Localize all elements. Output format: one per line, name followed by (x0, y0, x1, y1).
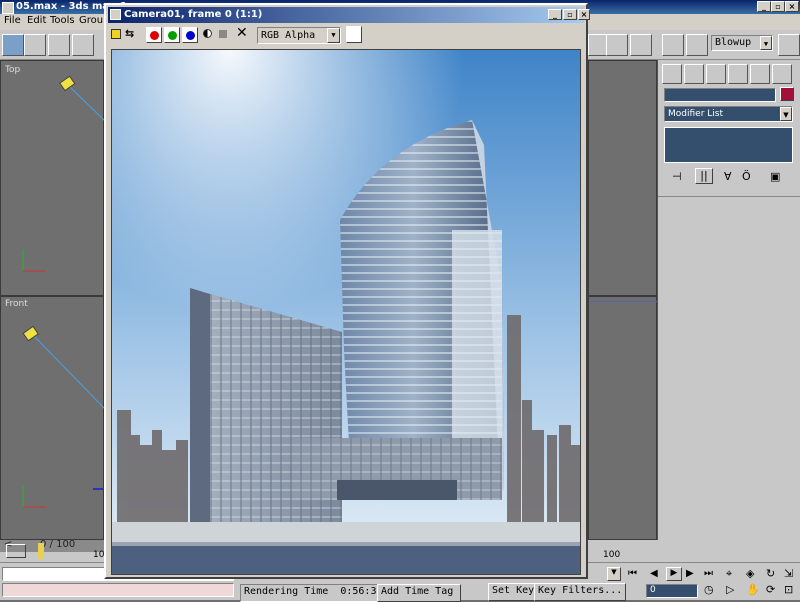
default-in-out-tangents-icon[interactable] (620, 583, 638, 599)
select-move-icon[interactable] (72, 34, 94, 56)
make-unique-icon[interactable]: ∀ (724, 170, 732, 183)
quick-render-icon[interactable] (686, 34, 708, 56)
app-icon (2, 2, 14, 14)
panel-divider (658, 196, 800, 197)
save-bitmap-icon[interactable] (111, 29, 121, 39)
menu-file[interactable]: File (4, 15, 21, 26)
chevron-down-icon[interactable]: ▼ (780, 107, 792, 121)
set-key-button[interactable]: Set Key (488, 583, 540, 601)
modifier-list-dropdown[interactable]: Modifier List ▼ (664, 106, 793, 122)
green-channel-toggle[interactable] (164, 27, 180, 43)
maximize-button[interactable]: ▫ (771, 1, 785, 12)
render-window-title-bar[interactable]: Camera01, frame 0 (1:1) _ ▫ × (108, 7, 590, 23)
monochrome-icon[interactable] (219, 30, 227, 38)
configure-modifier-sets-icon[interactable]: ▣ (770, 170, 780, 183)
viewport-top-graphics (22, 75, 105, 272)
viewport-top[interactable]: Top (0, 60, 105, 296)
maximize-viewport-icon[interactable]: ⇲ (784, 567, 793, 580)
select-by-name-icon[interactable] (24, 34, 46, 56)
chevron-down-icon[interactable]: ▼ (760, 36, 772, 50)
viewport-front[interactable]: Front (0, 296, 105, 540)
chevron-down-icon[interactable]: ▼ (327, 28, 340, 43)
play-icon[interactable]: ▶ (666, 567, 682, 581)
show-end-result-icon[interactable]: || (695, 168, 713, 184)
timeline-mark-100: 100 (603, 550, 621, 560)
previous-frame-icon[interactable]: ◀ (650, 568, 658, 579)
create-tab-icon[interactable] (662, 64, 682, 84)
render-window-title: Camera01, frame 0 (1:1) (124, 9, 263, 20)
key-filters-button[interactable]: Key Filters... (534, 583, 626, 601)
viewport-front-graphics (22, 325, 105, 508)
render-frame-window[interactable]: Camera01, frame 0 (1:1) _ ▫ × ⇆ ✕ RGB Al… (104, 3, 590, 579)
arc-rotate-icon[interactable]: ↻ (766, 567, 775, 580)
display-channel-value: RGB Alpha (261, 30, 316, 41)
command-panel: Modifier List ▼ ⊣ || ∀ Ö ▣ (657, 60, 800, 560)
time-config-icon[interactable]: ◷ (704, 583, 714, 596)
render-window-minimize[interactable]: _ (548, 9, 562, 20)
remove-modifier-icon[interactable]: Ö (742, 170, 751, 183)
field-of-view-icon[interactable]: ▷ (726, 583, 734, 596)
render-type-value: Blowup (715, 37, 752, 48)
motion-tab-icon[interactable] (728, 64, 748, 84)
pan-hand-icon[interactable]: ✋ (746, 583, 760, 596)
clear-icon[interactable]: ✕ (236, 25, 248, 41)
object-name-field[interactable] (664, 88, 776, 102)
frame-counter: 0 / 100 (40, 539, 76, 550)
schematic-view-icon[interactable] (606, 34, 628, 56)
alpha-channel-icon[interactable] (203, 29, 212, 38)
blue-channel-toggle[interactable] (182, 27, 198, 43)
horizon-line (589, 301, 658, 302)
minimize-button[interactable]: _ (757, 1, 771, 12)
display-tab-icon[interactable] (750, 64, 770, 84)
region-select-icon[interactable] (48, 34, 70, 56)
close-button[interactable]: × (785, 1, 799, 12)
clone-window-icon[interactable]: ⇆ (125, 27, 134, 40)
modify-tab-icon[interactable] (684, 64, 704, 84)
select-arrow-icon[interactable] (2, 34, 24, 56)
time-slider-thumb[interactable] (38, 543, 44, 559)
add-time-tag-button[interactable]: Add Time Tag (377, 584, 461, 602)
timeline-mark-10: 10 (93, 550, 105, 560)
red-channel-icon (150, 31, 159, 40)
blue-channel-icon (186, 31, 195, 40)
rendered-image (111, 49, 581, 575)
rendering-time-label: Rendering Time (244, 586, 329, 597)
green-channel-icon (168, 31, 177, 40)
display-channel-select[interactable]: RGB Alpha ▼ (257, 27, 341, 44)
render-window-icon (110, 9, 121, 20)
menu-tools[interactable]: Tools (50, 15, 75, 26)
modifier-list-label: Modifier List (668, 109, 723, 119)
viewport-left[interactable] (588, 60, 657, 296)
orbit-camera-icon[interactable]: ⟳ (766, 583, 775, 596)
walkthrough-icon[interactable]: ⊡ (784, 583, 793, 596)
red-channel-toggle[interactable] (146, 27, 162, 43)
utilities-tab-icon[interactable] (772, 64, 792, 84)
next-frame-icon[interactable]: ▶ (686, 568, 694, 579)
render-scene-icon[interactable] (662, 34, 684, 56)
teapot-render-icon[interactable] (778, 34, 800, 56)
render-type-dropdown[interactable]: Blowup ▼ (711, 35, 773, 51)
color-swatch[interactable] (346, 26, 362, 43)
zoom-all-icon[interactable]: ◈ (746, 567, 754, 580)
menu-edit[interactable]: Edit (27, 15, 46, 26)
material-editor-icon[interactable] (630, 34, 652, 56)
hierarchy-tab-icon[interactable] (706, 64, 726, 84)
zoom-icon[interactable]: ⌖ (726, 567, 732, 581)
object-color-swatch[interactable] (780, 87, 794, 101)
render-window-close[interactable]: × (578, 9, 590, 20)
rendering-time-field: Rendering Time 0:56:36 (240, 584, 383, 602)
render-window-toolbar: ⇆ ✕ RGB Alpha ▼ (108, 24, 584, 48)
viewport-perspective[interactable] (588, 296, 658, 540)
modifier-stack[interactable] (664, 127, 793, 163)
maxscript-output (2, 583, 234, 597)
go-to-end-icon[interactable]: ⏭ (704, 568, 713, 579)
rendered-image-canvas (112, 50, 580, 574)
pin-stack-icon[interactable]: ⊣ (672, 170, 682, 183)
chevron-down-icon[interactable]: ▼ (607, 567, 621, 581)
go-to-start-icon[interactable]: ⏮ (628, 568, 637, 579)
key-mode-icon[interactable] (6, 544, 26, 558)
render-window-maximize[interactable]: ▫ (563, 9, 577, 20)
current-frame-field[interactable]: 0 (646, 584, 698, 598)
